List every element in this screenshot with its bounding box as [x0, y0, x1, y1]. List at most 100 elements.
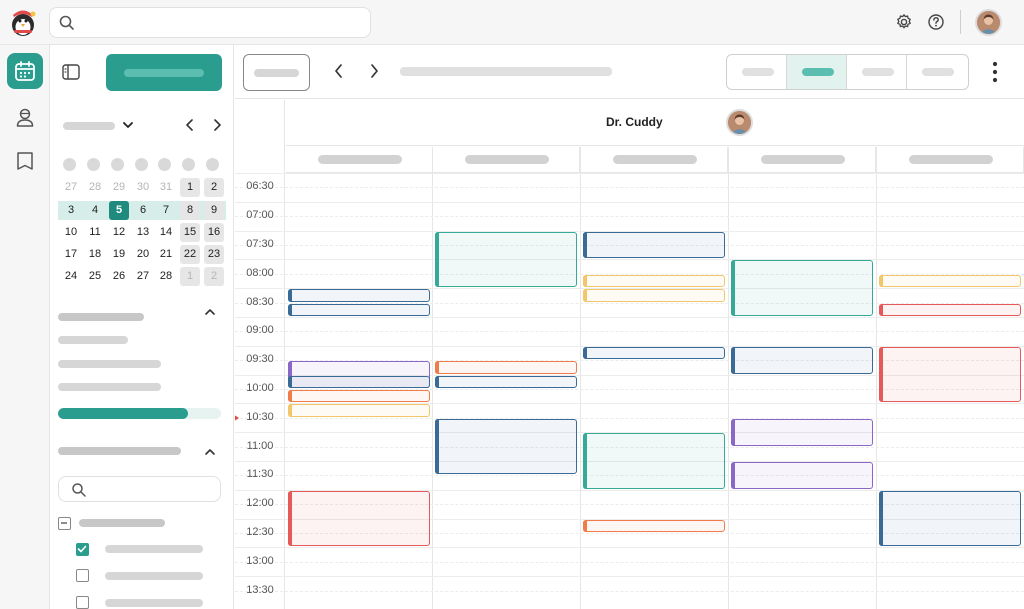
- chevron-up-icon[interactable]: [204, 448, 216, 456]
- appointment-block[interactable]: [288, 375, 430, 388]
- calendar-day[interactable]: 16: [204, 223, 224, 242]
- appointment-block[interactable]: [731, 346, 873, 374]
- appointment-block[interactable]: [288, 390, 430, 403]
- calendar-day[interactable]: 18: [85, 245, 105, 264]
- calendar-day[interactable]: 24: [61, 267, 81, 286]
- appointment-block[interactable]: [731, 418, 873, 446]
- calendar-day[interactable]: 3: [61, 201, 81, 220]
- more-options-icon[interactable]: [992, 61, 998, 83]
- calendar-day[interactable]: 6: [133, 201, 153, 220]
- appointment-color-bar: [583, 231, 587, 259]
- appointment-block[interactable]: [583, 346, 725, 360]
- nav-library[interactable]: [7, 143, 43, 179]
- day-column-header[interactable]: [877, 147, 1024, 173]
- calendar-day[interactable]: 1: [180, 178, 200, 197]
- appointment-block[interactable]: [879, 346, 1021, 403]
- hour-line: [235, 259, 1024, 261]
- calendar-day[interactable]: 26: [109, 267, 129, 286]
- appointment-block[interactable]: [435, 361, 577, 374]
- selected-week-row: 3456789: [58, 201, 226, 220]
- calendar-day[interactable]: 1: [180, 267, 200, 286]
- day-label-placeholder: [612, 155, 697, 164]
- calendar-day[interactable]: 22: [180, 245, 200, 264]
- calendar-day[interactable]: 13: [133, 223, 153, 242]
- appointment-block[interactable]: [731, 462, 873, 489]
- view-option[interactable]: [907, 55, 967, 89]
- calendar-day[interactable]: 31: [156, 178, 176, 197]
- appointment-block[interactable]: [435, 375, 577, 388]
- chevron-up-icon[interactable]: [204, 308, 216, 316]
- view-option[interactable]: [727, 55, 787, 89]
- calendar-day[interactable]: 14: [156, 223, 176, 242]
- today-button[interactable]: [243, 54, 310, 91]
- calendar-day[interactable]: 30: [133, 178, 153, 197]
- appointment-block[interactable]: [879, 303, 1021, 316]
- appointment-block[interactable]: [435, 418, 577, 475]
- appointment-block[interactable]: [879, 490, 1021, 547]
- gear-icon[interactable]: [895, 13, 913, 31]
- list-item-placeholder[interactable]: [58, 360, 161, 368]
- appointment-block[interactable]: [288, 404, 430, 417]
- filter-search-input[interactable]: [58, 476, 221, 502]
- search-input[interactable]: [49, 7, 371, 38]
- calendar-day[interactable]: 23: [204, 245, 224, 264]
- chevron-left-icon[interactable]: [332, 63, 346, 79]
- list-item-placeholder[interactable]: [58, 336, 128, 344]
- view-option[interactable]: [847, 55, 907, 89]
- nav-calendar[interactable]: [7, 53, 43, 89]
- calendar-day[interactable]: 27: [133, 267, 153, 286]
- view-option-active[interactable]: [787, 55, 847, 89]
- appointment-block[interactable]: [583, 231, 725, 259]
- calendar-day[interactable]: 20: [133, 245, 153, 264]
- appointment-block[interactable]: [731, 260, 873, 316]
- sidebar-toggle-icon[interactable]: [62, 64, 80, 85]
- appointment-block[interactable]: [583, 289, 725, 302]
- calendar-day[interactable]: 19: [109, 245, 129, 264]
- chevron-down-icon[interactable]: [122, 120, 134, 130]
- help-circle-icon[interactable]: [927, 13, 945, 31]
- appointment-block[interactable]: [288, 490, 430, 547]
- chevron-right-icon[interactable]: [212, 119, 222, 131]
- calendar-day[interactable]: 2: [204, 267, 224, 286]
- calendar-day[interactable]: 5: [109, 201, 129, 220]
- calendar-day[interactable]: 7: [156, 201, 176, 220]
- calendar-day[interactable]: 10: [61, 223, 81, 242]
- section-title-placeholder: [58, 447, 181, 455]
- new-appointment-button[interactable]: [106, 54, 222, 91]
- calendar-day[interactable]: 27: [61, 178, 81, 197]
- appointment-block[interactable]: [288, 289, 430, 302]
- calendar-day[interactable]: 17: [61, 245, 81, 264]
- chevron-left-icon[interactable]: [185, 119, 195, 131]
- calendar-day[interactable]: 28: [85, 178, 105, 197]
- calendar-day[interactable]: 21: [156, 245, 176, 264]
- calendar-day[interactable]: 8: [180, 201, 200, 220]
- calendar-day[interactable]: 29: [109, 178, 129, 197]
- calendar-day[interactable]: 9: [204, 201, 224, 220]
- mascot-logo-icon[interactable]: [8, 6, 38, 38]
- calendar-day[interactable]: 28: [156, 267, 176, 286]
- appointment-block[interactable]: [288, 303, 430, 316]
- chevron-right-icon[interactable]: [367, 63, 381, 79]
- calendar-day[interactable]: 12: [109, 223, 129, 242]
- appointment-block[interactable]: [583, 274, 725, 288]
- day-column-header[interactable]: [286, 147, 433, 173]
- list-item-placeholder[interactable]: [58, 383, 161, 391]
- select-all-checkbox[interactable]: [58, 517, 71, 530]
- filter-checkbox[interactable]: [76, 596, 89, 609]
- calendar-day[interactable]: 4: [85, 201, 105, 220]
- appointment-block[interactable]: [583, 519, 725, 532]
- day-column-header[interactable]: [433, 147, 580, 173]
- calendar-day[interactable]: 15: [180, 223, 200, 242]
- calendar-day[interactable]: 25: [85, 267, 105, 286]
- calendar-day[interactable]: 2: [204, 178, 224, 197]
- nav-patients[interactable]: [7, 99, 43, 135]
- day-column-header[interactable]: [581, 147, 728, 173]
- filter-checkbox[interactable]: [76, 543, 89, 556]
- day-column-header[interactable]: [729, 147, 876, 173]
- avatar[interactable]: [975, 9, 1002, 36]
- appointment-block[interactable]: [583, 433, 725, 489]
- appointment-block[interactable]: [435, 231, 577, 288]
- calendar-day[interactable]: 11: [85, 223, 105, 242]
- filter-checkbox[interactable]: [76, 569, 89, 582]
- appointment-block[interactable]: [879, 274, 1021, 288]
